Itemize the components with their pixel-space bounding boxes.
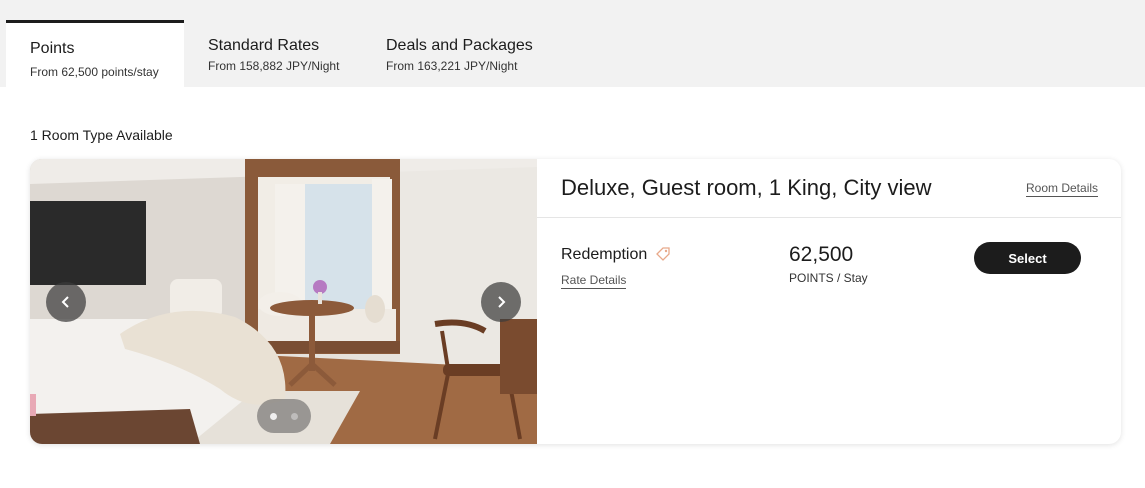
- room-photo-carousel[interactable]: [30, 159, 537, 444]
- tab-title: Deals and Packages: [386, 37, 533, 54]
- carousel-indicator: [257, 399, 311, 433]
- tab-subtitle: From 158,882 JPY/Night: [208, 59, 340, 73]
- tab-subtitle: From 62,500 points/stay: [30, 65, 159, 79]
- chevron-left-icon: [61, 296, 69, 308]
- rooms-available-count: 1 Room Type Available: [30, 127, 173, 143]
- points-value: 62,500: [789, 243, 854, 266]
- select-button[interactable]: Select: [974, 242, 1081, 274]
- tab-standard-rates[interactable]: Standard Rates From 158,882 JPY/Night: [184, 20, 362, 87]
- tab-deals-and-packages[interactable]: Deals and Packages From 163,221 JPY/Nigh…: [362, 20, 562, 87]
- rate-name: Redemption: [561, 246, 648, 263]
- tab-title: Points: [30, 40, 75, 57]
- chevron-right-icon: [498, 296, 506, 308]
- tab-title: Standard Rates: [208, 37, 320, 54]
- rate-tabs-bar: Points From 62,500 points/stay Standard …: [0, 0, 1145, 87]
- rate-details-link[interactable]: Rate Details: [561, 273, 627, 289]
- divider: [537, 217, 1121, 218]
- tag-icon: [656, 247, 670, 261]
- room-title: Deluxe, Guest room, 1 King, City view: [561, 175, 932, 200]
- tab-points[interactable]: Points From 62,500 points/stay: [6, 20, 184, 87]
- carousel-dot[interactable]: [291, 412, 298, 420]
- room-details-link[interactable]: Room Details: [1026, 181, 1099, 197]
- points-unit: POINTS / Stay: [789, 271, 868, 285]
- carousel-dot[interactable]: [270, 412, 277, 420]
- tab-subtitle: From 163,221 JPY/Night: [386, 59, 518, 73]
- room-card: Deluxe, Guest room, 1 King, City view Ro…: [30, 159, 1121, 444]
- carousel-prev-button[interactable]: [46, 282, 86, 322]
- carousel-next-button[interactable]: [481, 282, 521, 322]
